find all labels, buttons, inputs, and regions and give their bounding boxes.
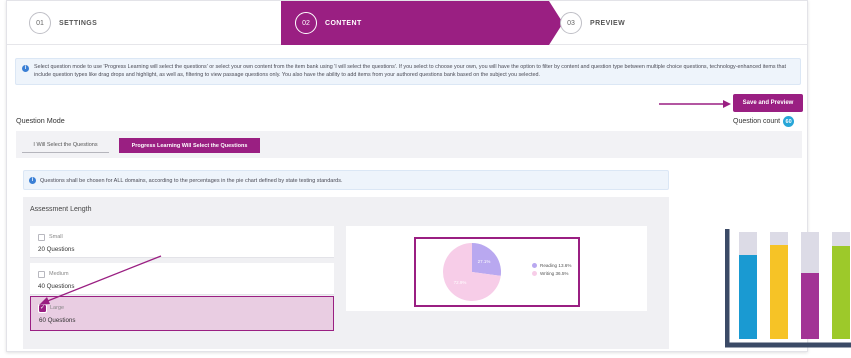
step-settings[interactable]: 01 SETTINGS [29,1,97,45]
step-label: SETTINGS [59,19,98,27]
domain-pie-chart-card: 27.1% 72.9% Reading 13.6% Writing 36.5% [346,226,647,311]
question-count-label: Question count [733,118,781,125]
arrow-annotation [659,100,731,108]
save-and-preview-button[interactable]: Save and Preview [733,94,803,112]
step-content[interactable]: 02 CONTENT [281,1,549,45]
question-count: Question count 60 [733,116,795,127]
info-icon: i [22,65,29,72]
option-count: 60 Questions [39,317,76,324]
progress-learning-logo [725,229,851,348]
legend-item-reading: Reading 13.6% [532,263,571,268]
legend-label: Reading 13.6% [540,263,572,268]
assessment-length-title: Assessment Length [30,206,92,213]
arrow-annotation [39,255,162,305]
tab-i-will-select[interactable]: I Will Select the Questions [22,138,109,153]
step-label: CONTENT [325,19,362,27]
legend-swatch [532,263,537,268]
step-number: 02 [295,12,317,34]
tab-progress-learning-will-select[interactable]: Progress Learning Will Select the Questi… [119,138,260,153]
stepper: 01 SETTINGS 02 CONTENT 03 PREVIEW [7,1,807,45]
question-mode-tabs: I Will Select the Questions Progress Lea… [16,131,802,158]
step-label: PREVIEW [590,19,626,27]
question-mode-info-banner: i Select question mode to use 'Progress … [15,58,801,85]
step-preview[interactable]: 03 PREVIEW [560,1,625,45]
pie-legend: Reading 13.6% Writing 36.5% [532,263,571,279]
info-icon: i [29,177,36,184]
legend-label: Writing 36.5% [540,271,569,276]
pie-chart-highlight: 27.1% 72.9% Reading 13.6% Writing 36.5% [414,237,580,307]
domains-info-text: Questions shall be chosen for ALL domain… [40,178,343,184]
checkbox[interactable] [38,234,45,241]
legend-swatch [532,271,537,276]
option-count: 20 Questions [38,246,75,253]
pie-slice-label: 72.9% [454,280,467,285]
question-count-badge: 60 [783,116,795,127]
app-frame: 01 SETTINGS 02 CONTENT 03 PREVIEW i Sele… [6,0,808,352]
step-number: 01 [29,12,51,34]
domains-info-banner: i Questions shall be chosen for ALL doma… [23,170,669,190]
step-number: 03 [560,12,582,34]
info-text: Select question mode to use 'Progress Le… [34,64,787,78]
legend-item-writing: Writing 36.5% [532,271,571,276]
pie-chart: 27.1% 72.9% [443,243,501,301]
question-mode-label: Question Mode [16,116,65,125]
pie-slice-label: 27.1% [478,259,491,264]
option-name: Small [49,234,63,240]
